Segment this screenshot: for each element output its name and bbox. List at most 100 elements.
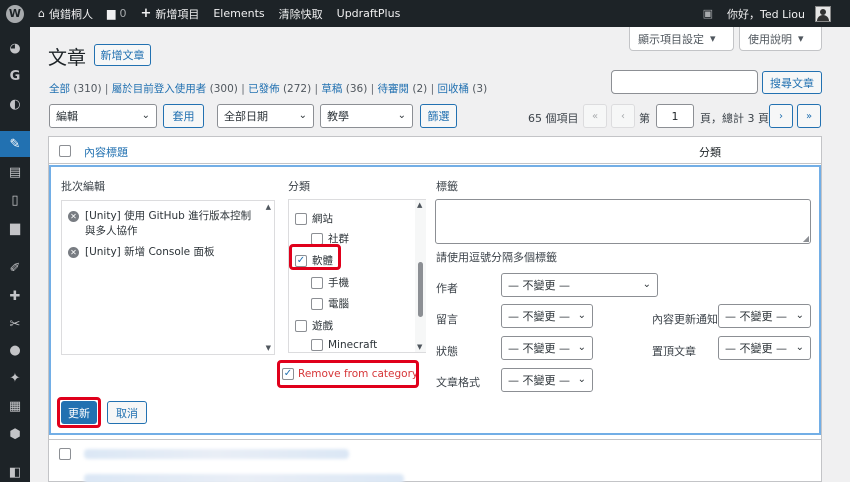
scroll-up-icon[interactable]: ▲ bbox=[417, 201, 422, 209]
first-page-button[interactable]: « bbox=[583, 104, 607, 128]
media-icon[interactable]: ▤ bbox=[0, 159, 30, 185]
search-posts-button[interactable]: 搜尋文章 bbox=[762, 71, 822, 94]
current-page-input[interactable]: 1 bbox=[656, 104, 694, 128]
date-filter-select[interactable]: 全部日期 ⌄ bbox=[217, 104, 314, 128]
admin-bar: W ⌂ 偵錯桐人 ▆ 0 + 新增項目 Elements 清除快取 Updraf… bbox=[0, 0, 850, 27]
scroll-down-icon[interactable]: ▼ bbox=[266, 344, 271, 352]
search-input[interactable] bbox=[611, 70, 758, 94]
category-checkbox[interactable] bbox=[311, 232, 323, 245]
category-checkbox[interactable] bbox=[295, 212, 307, 225]
appearance-brush-icon[interactable]: ✐ bbox=[0, 255, 30, 281]
comments-link[interactable]: ▆ 0 bbox=[100, 0, 133, 27]
wordpress-logo-icon: W bbox=[6, 4, 24, 23]
blurred-title bbox=[84, 449, 349, 459]
status-select[interactable]: — 不變更 — ⌄ bbox=[501, 336, 593, 360]
category-checkbox[interactable] bbox=[311, 297, 323, 310]
page-title: 文章 bbox=[48, 47, 87, 69]
chevron-down-icon: ⌄ bbox=[298, 110, 307, 121]
category-item-games[interactable]: 遊戲 bbox=[295, 318, 333, 333]
category-item-phone[interactable]: 手機 bbox=[311, 275, 349, 290]
category-filter-select[interactable]: 教學 ⌄ bbox=[320, 104, 413, 128]
account-menu[interactable]: 你好，Ted Liou bbox=[720, 0, 850, 27]
pages-icon[interactable]: ▯ bbox=[0, 187, 30, 213]
chevron-down-icon: ⌄ bbox=[577, 342, 586, 353]
comment-bubble-icon: ▆ bbox=[106, 7, 116, 20]
categories-heading: 分類 bbox=[288, 180, 310, 193]
column-title-sort[interactable]: 內容標題 bbox=[84, 144, 128, 160]
scrollbar-thumb[interactable] bbox=[418, 262, 423, 317]
elementor-icon[interactable]: ◧ bbox=[0, 459, 30, 482]
select-all-checkbox[interactable] bbox=[59, 145, 71, 157]
comments-icon[interactable]: ▆ bbox=[0, 215, 30, 241]
last-page-button[interactable]: » bbox=[797, 104, 821, 128]
remove-circle-icon[interactable]: ✕ bbox=[68, 247, 79, 258]
comments-select[interactable]: — 不變更 — ⌄ bbox=[501, 304, 593, 328]
notification-icon[interactable]: ▣ bbox=[696, 0, 720, 27]
tools-wrench-icon[interactable]: ✦ bbox=[0, 365, 30, 391]
elements-link[interactable]: Elements bbox=[206, 0, 271, 27]
blurred-title bbox=[84, 474, 404, 482]
settings-icon[interactable]: ▦ bbox=[0, 393, 30, 419]
cancel-button[interactable]: 取消 bbox=[107, 401, 147, 424]
scroll-down-icon[interactable]: ▼ bbox=[417, 343, 422, 351]
bulk-action-select[interactable]: 編輯 ⌄ bbox=[49, 104, 157, 128]
category-checkbox[interactable] bbox=[295, 319, 307, 332]
help-button[interactable]: 使用說明 ▾ bbox=[739, 27, 822, 51]
category-checkbox[interactable] bbox=[311, 339, 323, 351]
author-select[interactable]: — 不變更 — ⌄ bbox=[501, 273, 658, 297]
next-page-button[interactable]: › bbox=[769, 104, 793, 128]
filter-button[interactable]: 篩選 bbox=[420, 104, 457, 128]
posts-pin-icon[interactable]: ✎ bbox=[0, 131, 30, 157]
page-prefix: 第 bbox=[639, 112, 650, 125]
home-icon: ⌂ bbox=[38, 7, 45, 20]
view-trash[interactable]: 回收桶 (3) bbox=[437, 83, 487, 95]
google-icon[interactable]: G bbox=[0, 63, 30, 89]
pings-select[interactable]: — 不變更 — ⌄ bbox=[718, 304, 811, 328]
tags-textarea[interactable]: ◢ bbox=[435, 199, 811, 244]
sticky-select[interactable]: — 不變更 — ⌄ bbox=[718, 336, 811, 360]
view-drafts[interactable]: 草稿 (36) bbox=[321, 83, 367, 95]
users-icon[interactable]: ● bbox=[0, 337, 30, 363]
scroll-up-icon[interactable]: ▲ bbox=[266, 203, 271, 211]
category-item-minecraft[interactable]: Minecraft bbox=[311, 339, 377, 351]
category-item-website[interactable]: 網站 bbox=[295, 211, 333, 226]
clear-cache-link[interactable]: 清除快取 bbox=[272, 0, 330, 27]
view-pending[interactable]: 待審閱 (2) bbox=[378, 83, 428, 95]
bulk-edit-panel: 批次編輯 ✕ [Unity] 使用 GitHub 進行版本控制與多人協作 ✕ [… bbox=[49, 165, 821, 435]
bulk-edit-heading: 批次編輯 bbox=[61, 180, 105, 193]
security-shield-icon[interactable]: ⬢ bbox=[0, 421, 30, 447]
plus-icon: + bbox=[140, 6, 152, 21]
list-item: ✕ [Unity] 使用 GitHub 進行版本控制與多人協作 bbox=[68, 209, 258, 239]
category-scrollbar[interactable]: ▲ ▼ bbox=[415, 200, 426, 352]
category-checkbox[interactable] bbox=[311, 276, 323, 289]
column-category: 分類 bbox=[699, 146, 721, 159]
screen-options-button[interactable]: 顯示項目設定 ▾ bbox=[629, 27, 734, 51]
format-select[interactable]: — 不變更 — ⌄ bbox=[501, 368, 593, 392]
comments-label: 留言 bbox=[436, 313, 458, 326]
list-item: ✕ [Unity] 新增 Console 面板 bbox=[68, 245, 258, 260]
wordpress-menu[interactable]: W bbox=[0, 0, 31, 27]
remove-circle-icon[interactable]: ✕ bbox=[68, 211, 79, 222]
jetpack-icon[interactable]: ◐ bbox=[0, 91, 30, 117]
new-content-link[interactable]: + 新增項目 bbox=[133, 0, 206, 27]
row-checkbox[interactable] bbox=[59, 448, 71, 460]
scissors-icon[interactable]: ✂ bbox=[0, 311, 30, 337]
view-published[interactable]: 已發佈 (272) bbox=[248, 83, 311, 95]
dashboard-icon[interactable]: ◕ bbox=[0, 35, 30, 61]
site-name-link[interactable]: ⌂ 偵錯桐人 bbox=[31, 0, 100, 27]
apply-button[interactable]: 套用 bbox=[163, 104, 204, 128]
status-label: 狀態 bbox=[436, 345, 458, 358]
highlight-frame-remove bbox=[277, 360, 419, 388]
items-count: 65 個項目 bbox=[528, 112, 579, 125]
view-mine[interactable]: 屬於目前登入使用者 (300) bbox=[112, 83, 238, 95]
plugins-icon[interactable]: ✚ bbox=[0, 283, 30, 309]
tags-hint: 請使用逗號分隔多個標籤 bbox=[436, 251, 557, 264]
updraftplus-link[interactable]: UpdraftPlus bbox=[330, 0, 408, 27]
page-total: 頁，總計 3 頁 bbox=[700, 112, 769, 125]
chevron-down-icon: ▾ bbox=[710, 32, 716, 45]
resize-handle-icon[interactable]: ◢ bbox=[803, 234, 809, 243]
view-all[interactable]: 全部 (310) bbox=[49, 83, 102, 95]
category-item-computer[interactable]: 電腦 bbox=[311, 296, 349, 311]
add-new-post-button[interactable]: 新增文章 bbox=[94, 44, 151, 66]
prev-page-button[interactable]: ‹ bbox=[611, 104, 635, 128]
